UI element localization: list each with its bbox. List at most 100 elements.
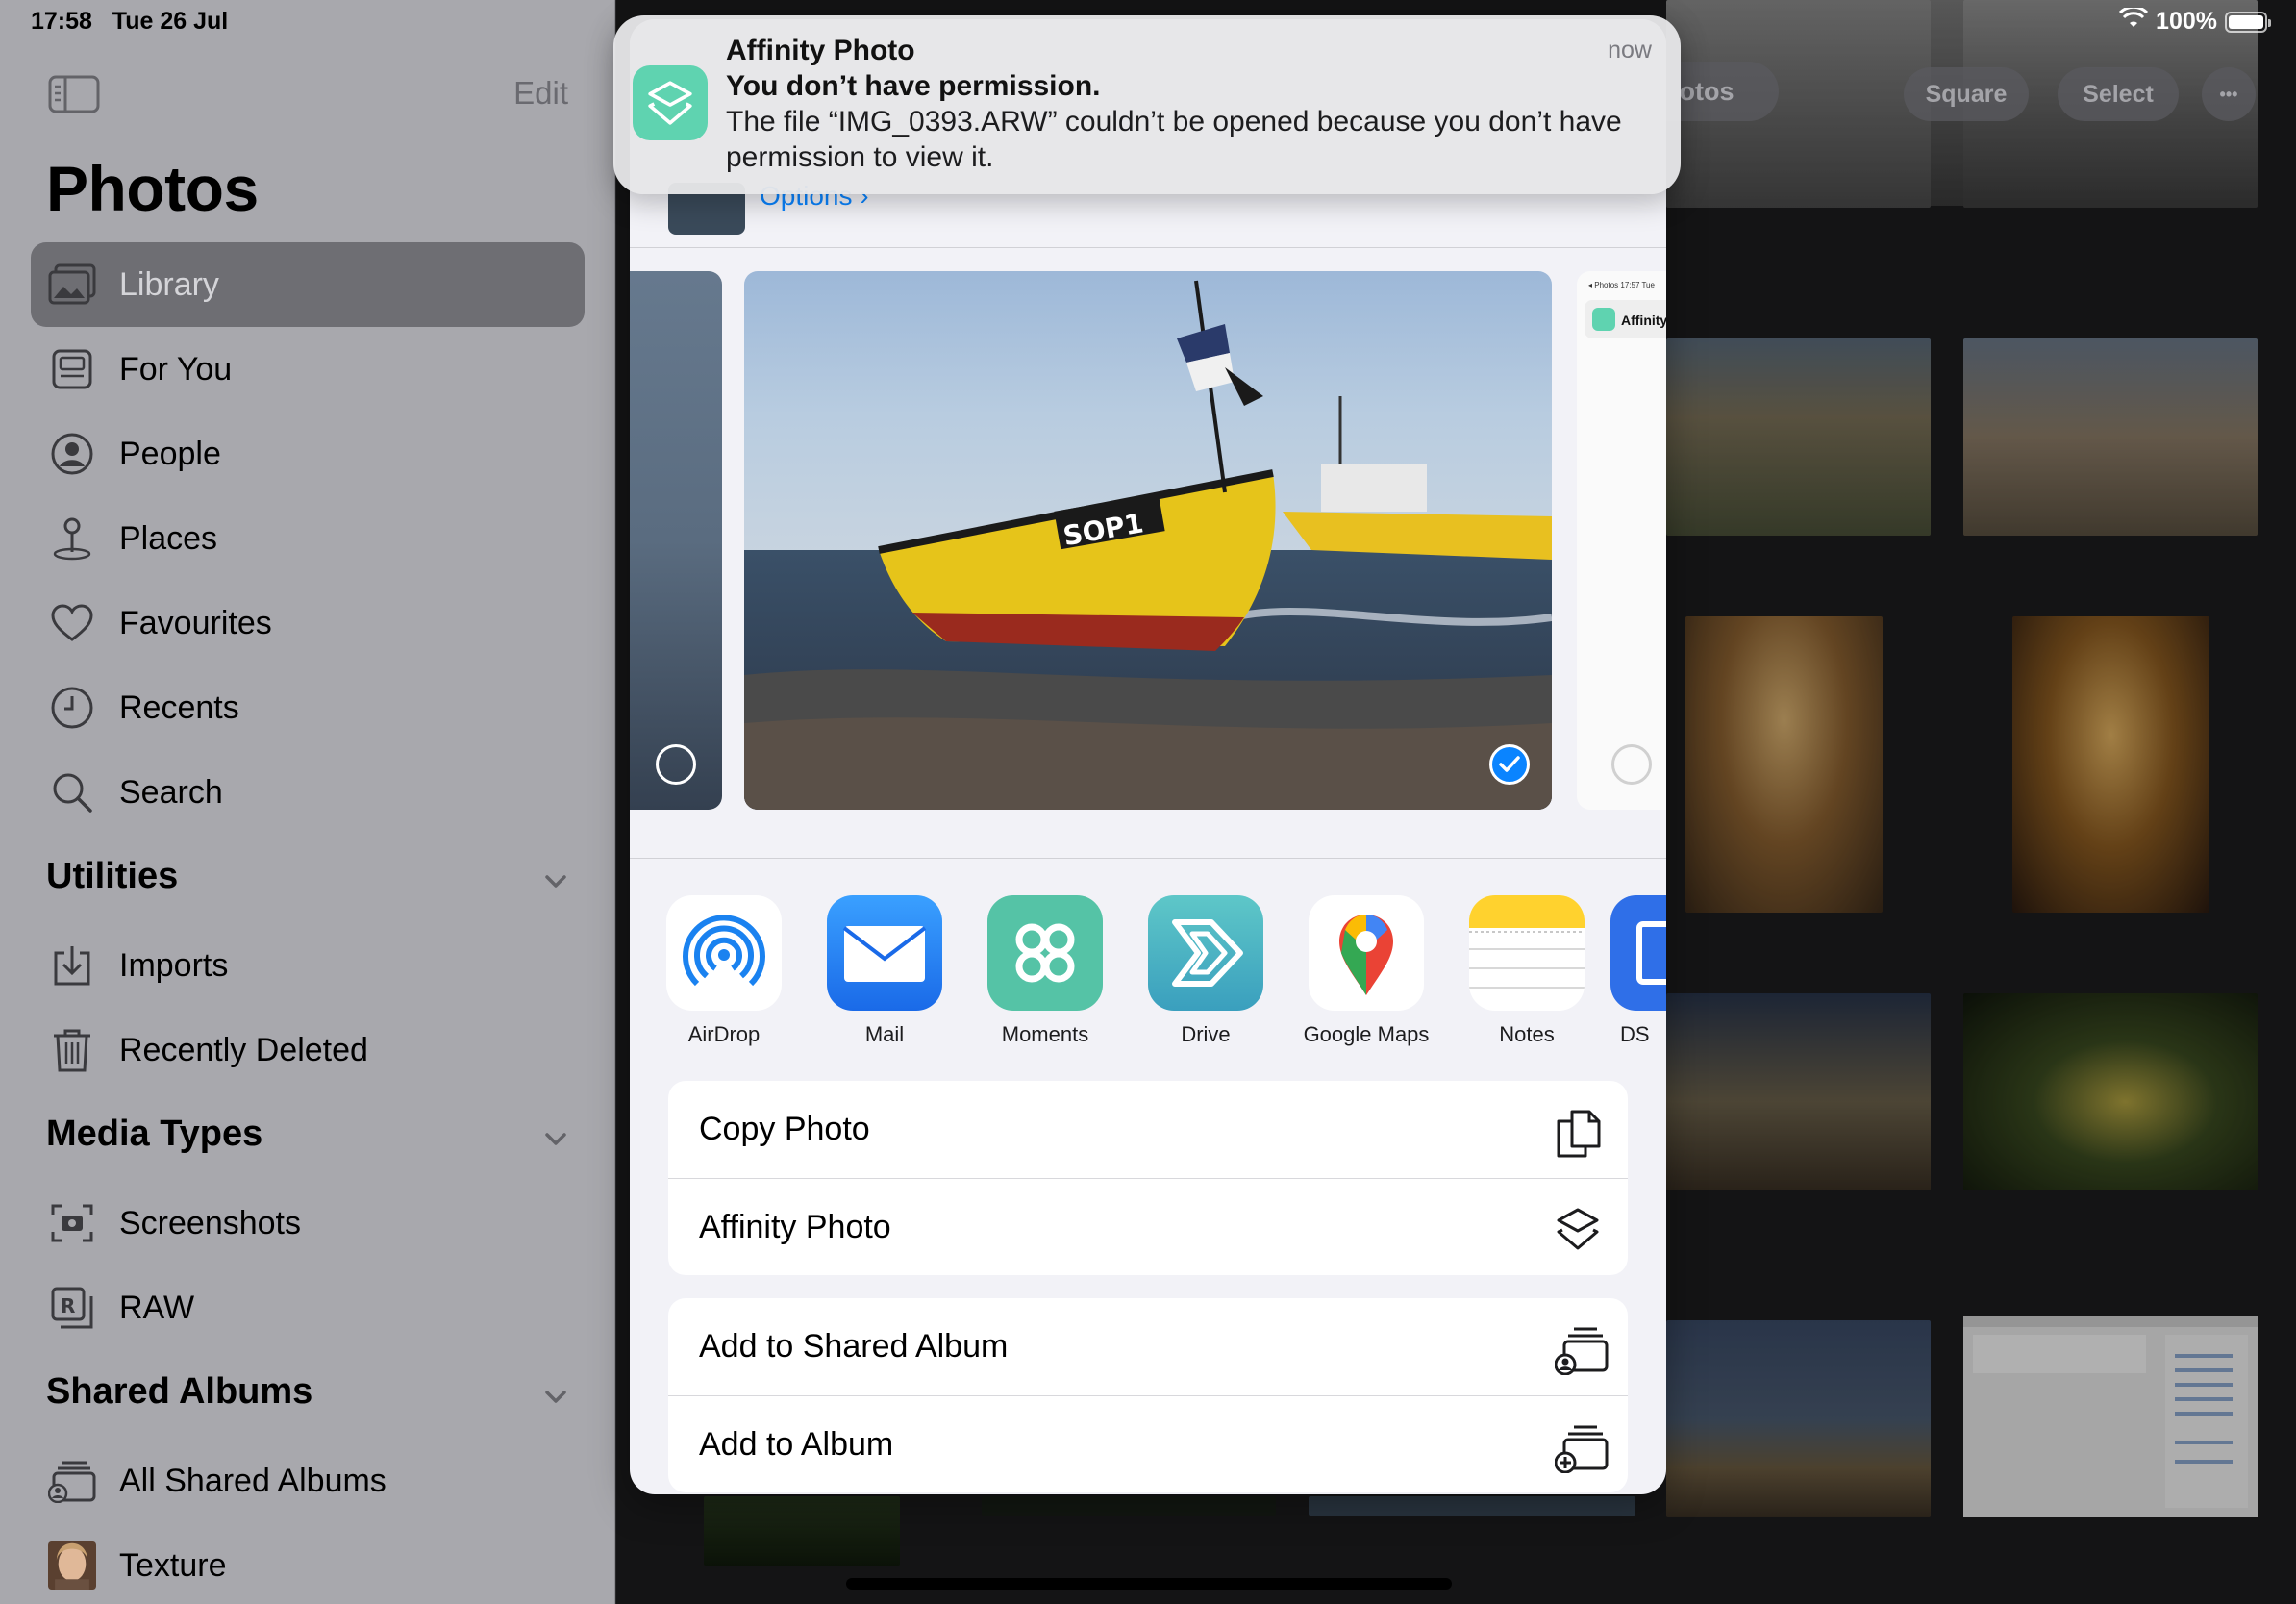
sidebar-item-label: RAW <box>119 1289 195 1326</box>
clock-icon <box>48 684 96 732</box>
shared-album-icon <box>48 1457 96 1505</box>
chevron-down-icon[interactable] <box>541 1125 570 1154</box>
sidebar-item-label: Recently Deleted <box>119 1031 368 1068</box>
sidebar-item-screenshots[interactable]: Screenshots <box>31 1181 585 1266</box>
moments-icon <box>987 895 1103 1011</box>
square-button[interactable]: Square <box>1904 67 2029 121</box>
affinity-photo-app-icon <box>633 65 708 140</box>
sidebar-item-label: People <box>119 435 221 472</box>
photo-thumbnail[interactable] <box>982 1496 1276 1516</box>
heart-icon <box>48 599 96 647</box>
action-group-2: Add to Shared Album Add to Album <box>668 1298 1628 1492</box>
notes-icon <box>1469 895 1585 1011</box>
sidebar-item-label: All Shared Albums <box>119 1462 387 1499</box>
google-maps-icon <box>1309 895 1424 1011</box>
chevron-down-icon[interactable] <box>541 867 570 896</box>
share-app-notes[interactable]: Notes <box>1450 895 1604 1047</box>
notification-app-name: Affinity Photo <box>726 35 915 66</box>
affinity-icon <box>1555 1206 1601 1252</box>
sidebar-toggle-icon[interactable] <box>48 75 100 113</box>
section-shared-albums[interactable]: Shared Albums <box>46 1371 312 1413</box>
share-app-google-maps[interactable]: Google Maps <box>1289 895 1443 1047</box>
sidebar-item-label: Recents <box>119 689 239 726</box>
imports-icon <box>48 941 96 990</box>
for-you-icon <box>48 345 96 393</box>
photo-thumbnail[interactable] <box>1963 338 2258 536</box>
sidebar-item-raw[interactable]: R RAW <box>31 1266 585 1350</box>
battery-icon <box>2225 11 2271 33</box>
screenshot-thumbnail[interactable] <box>1963 1316 2258 1517</box>
trash-icon <box>48 1026 96 1074</box>
share-app-airdrop[interactable]: AirDrop <box>647 895 801 1047</box>
sidebar-item-search[interactable]: Search <box>31 750 585 835</box>
battery-percent: 100% <box>2156 8 2217 35</box>
sidebar-item-label: Imports <box>119 946 229 984</box>
notification-time: now <box>1608 37 1652 63</box>
sidebar-item-label: Screenshots <box>119 1204 301 1241</box>
select-circle[interactable] <box>1611 744 1652 785</box>
preview-mini-banner: Affinity <box>1585 300 1666 338</box>
share-sheet: Options › SOP1 ◂ Photos 17:57 Tue Affini… <box>630 19 1666 1494</box>
sidebar-item-label: Library <box>119 265 219 303</box>
photo-thumbnail[interactable] <box>2012 616 2209 913</box>
photo-thumbnail[interactable] <box>1666 338 1931 536</box>
sidebar-item-for-you[interactable]: For You <box>31 327 585 412</box>
sidebar-item-recents[interactable]: Recents <box>31 665 585 750</box>
home-indicator[interactable] <box>846 1578 1452 1590</box>
copy-icon <box>1555 1108 1601 1158</box>
wifi-icon <box>2118 5 2149 36</box>
photo-thumbnail[interactable] <box>1309 1496 1635 1516</box>
selected-check-circle[interactable] <box>1489 744 1530 785</box>
affinity-photo-action[interactable]: Affinity Photo <box>668 1178 1628 1275</box>
section-utilities[interactable]: Utilities <box>46 856 178 897</box>
select-button[interactable]: Select <box>2058 67 2179 121</box>
album-thumbnail <box>48 1541 96 1590</box>
sidebar-item-label: Search <box>119 773 223 811</box>
sidebar-item-imports[interactable]: Imports <box>31 923 585 1008</box>
boat-photo: SOP1 <box>744 271 1552 810</box>
sidebar-item-favourites[interactable]: Favourites <box>31 581 585 665</box>
people-icon <box>48 430 96 478</box>
photo-thumbnail[interactable] <box>1666 1320 1931 1517</box>
photo-preview-strip: SOP1 ◂ Photos 17:57 Tue Affinity <box>630 250 1666 856</box>
section-media-types[interactable]: Media Types <box>46 1114 262 1155</box>
add-album-icon <box>1554 1423 1609 1474</box>
screenshot-icon <box>48 1199 96 1247</box>
airdrop-icon <box>666 895 782 1011</box>
share-app-mail[interactable]: Mail <box>808 895 961 1047</box>
mail-icon <box>827 895 942 1011</box>
notification-body: The file “IMG_0393.ARW” couldn’t be open… <box>726 106 1622 173</box>
svg-text:R: R <box>61 1294 75 1317</box>
status-bar-right: 100% <box>2118 5 2271 36</box>
share-app-moments[interactable]: Moments <box>968 895 1122 1047</box>
photo-preview-prev[interactable] <box>630 271 722 810</box>
sidebar-item-library[interactable]: Library <box>31 242 585 327</box>
screenshot-preview-next[interactable]: ◂ Photos 17:57 Tue Affinity <box>1577 271 1666 810</box>
chevron-down-icon[interactable] <box>541 1383 570 1412</box>
notification-title: You don’t have permission. <box>726 70 1101 102</box>
photo-thumbnail[interactable] <box>1685 616 1883 913</box>
sidebar-item-label: Places <box>119 519 218 557</box>
sidebar-item-texture[interactable]: Texture <box>31 1523 585 1604</box>
ds-icon <box>1610 895 1666 1011</box>
share-app-drive[interactable]: Drive <box>1129 895 1283 1047</box>
sidebar-item-places[interactable]: Places <box>31 496 585 581</box>
photo-thumbnail[interactable] <box>704 1496 900 1566</box>
edit-button[interactable]: Edit <box>513 75 568 112</box>
preview-mini-status: ◂ Photos 17:57 Tue <box>1588 281 1655 289</box>
photo-thumbnail[interactable] <box>1963 993 2258 1190</box>
share-apps-row: AirDrop Mail Moments Drive Google Maps N… <box>630 858 1666 1079</box>
more-button[interactable]: ••• <box>2202 67 2256 121</box>
select-circle[interactable] <box>656 744 696 785</box>
copy-photo-action[interactable]: Copy Photo <box>668 1081 1628 1178</box>
notification-banner[interactable]: Affinity Photo now You don’t have permis… <box>613 15 1681 194</box>
sidebar-item-all-shared-albums[interactable]: All Shared Albums <box>31 1439 585 1523</box>
sidebar-item-people[interactable]: People <box>31 412 585 496</box>
photo-preview-boat[interactable]: SOP1 <box>744 271 1552 810</box>
add-to-shared-album-action[interactable]: Add to Shared Album <box>668 1298 1628 1395</box>
sidebar-item-recently-deleted[interactable]: Recently Deleted <box>31 1008 585 1092</box>
photo-thumbnail[interactable] <box>1666 993 1931 1190</box>
sidebar-item-label: For You <box>119 350 233 388</box>
share-app-ds[interactable]: DS <box>1610 895 1666 1047</box>
add-to-album-action[interactable]: Add to Album <box>668 1395 1628 1492</box>
